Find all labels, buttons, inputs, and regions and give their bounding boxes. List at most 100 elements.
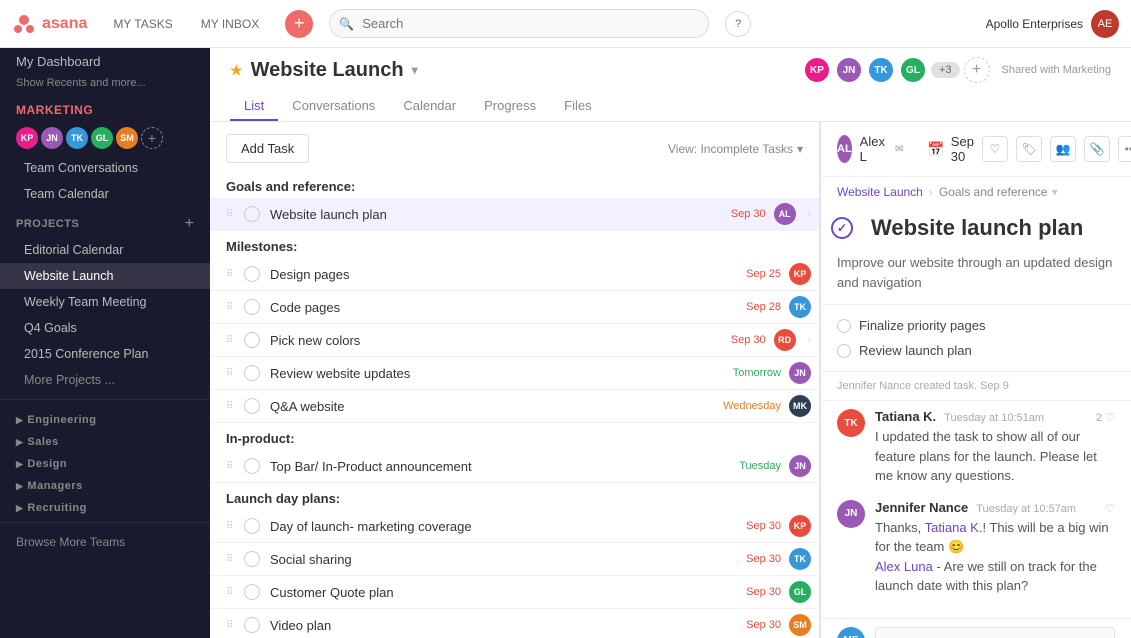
add-project-button[interactable]: +: [185, 215, 194, 233]
task-row[interactable]: ⠿ Review website updates Tomorrow JN: [210, 357, 819, 390]
my-inbox-link[interactable]: MY INBOX: [191, 13, 269, 35]
detail-title-checkbox[interactable]: ✓: [831, 217, 853, 239]
expand-arrow-icon[interactable]: ›: [808, 209, 811, 220]
attach-action-button[interactable]: 📎: [1084, 136, 1110, 162]
sidebar-browse-teams[interactable]: Browse More Teams: [0, 529, 210, 555]
task-meta: Tomorrow JN: [733, 362, 811, 384]
comment-likes-2[interactable]: ♡: [1105, 502, 1115, 515]
sidebar-project-website[interactable]: Website Launch: [0, 263, 210, 289]
detail-description: Improve our website through an updated d…: [821, 245, 1131, 305]
drag-handle: ⠿: [226, 368, 238, 379]
task-row[interactable]: ⠿ Pick new colors Sep 30 RD ›: [210, 324, 819, 357]
task-checkbox[interactable]: [244, 584, 260, 600]
add-member-button[interactable]: +: [141, 127, 163, 149]
task-row[interactable]: ⠿ Sep 30 AL ›: [210, 198, 819, 231]
user-avatar[interactable]: AE: [1091, 10, 1119, 38]
task-checkbox[interactable]: [244, 206, 260, 222]
task-name-input[interactable]: [270, 207, 731, 222]
task-checkbox[interactable]: [244, 398, 260, 414]
task-checkbox[interactable]: [244, 365, 260, 381]
task-row[interactable]: ⠿ Social sharing Sep 30 TK: [210, 543, 819, 576]
asana-logo: asana: [12, 12, 87, 36]
tag-action-button[interactable]: 🏷: [1016, 136, 1042, 162]
task-checkbox[interactable]: [244, 617, 260, 633]
task-date: Sep 30: [731, 208, 766, 220]
detail-panel: AL Alex L ✉ 📅 Sep 30 ♡ 🏷 👥 📎 ••• ✕: [820, 122, 1131, 638]
sidebar-show-recents[interactable]: Show Recents and more...: [0, 75, 210, 95]
heart-action-button[interactable]: ♡: [982, 136, 1008, 162]
sidebar-project-q4[interactable]: Q4 Goals: [0, 315, 210, 341]
help-button[interactable]: ?: [725, 11, 751, 37]
sidebar-team-conversations[interactable]: Team Conversations: [0, 155, 210, 181]
sidebar-section-marketing: Marketing: [0, 95, 210, 121]
drag-handle: ⠿: [226, 335, 238, 346]
project-title-text: Website Launch: [251, 59, 404, 82]
project-member-2: JN: [835, 56, 863, 84]
add-button[interactable]: +: [285, 10, 313, 38]
comment-time-1: Tuesday at 10:51am: [944, 412, 1044, 424]
task-checkbox[interactable]: [244, 332, 260, 348]
followers-action-button[interactable]: 👥: [1050, 136, 1076, 162]
task-avatar: SM: [789, 614, 811, 636]
sidebar-group-engineering[interactable]: ▶Engineering: [0, 406, 210, 428]
task-checkbox[interactable]: [244, 458, 260, 474]
task-checkbox[interactable]: [244, 266, 260, 282]
task-row[interactable]: ⠿ Day of launch- marketing coverage Sep …: [210, 510, 819, 543]
tab-files[interactable]: Files: [550, 92, 605, 121]
sidebar-group-managers[interactable]: ▶Managers: [0, 472, 210, 494]
task-row[interactable]: ⠿ Video plan Sep 30 SM: [210, 609, 819, 638]
mention-alex[interactable]: Alex Luna: [875, 559, 933, 574]
subtask-row[interactable]: Finalize priority pages: [837, 313, 1115, 338]
search-input[interactable]: [329, 9, 709, 38]
mention-tatiana[interactable]: Tatiana K.: [925, 520, 983, 535]
sidebar-divider-2: [0, 522, 210, 523]
add-member-project-button[interactable]: +: [964, 57, 990, 83]
calendar-icon[interactable]: 📅: [927, 141, 944, 158]
task-name: Review website updates: [270, 366, 733, 381]
company-name: Apollo Enterprises: [986, 17, 1083, 31]
task-row[interactable]: ⠿ Top Bar/ In-Product announcement Tuesd…: [210, 450, 819, 483]
view-selector[interactable]: View: Incomplete Tasks ▾: [668, 142, 803, 156]
more-members-badge[interactable]: +3: [931, 62, 960, 78]
comment-input[interactable]: [875, 627, 1115, 638]
sidebar-project-editorial[interactable]: Editorial Calendar: [0, 237, 210, 263]
section-milestones: Milestones:: [210, 231, 819, 258]
drag-handle: ⠿: [226, 620, 238, 631]
expand-arrow-icon[interactable]: ›: [808, 335, 811, 346]
sidebar-group-recruiting[interactable]: ▶Recruiting: [0, 494, 210, 516]
task-checkbox[interactable]: [244, 551, 260, 567]
subtask-row[interactable]: Review launch plan: [837, 338, 1115, 363]
sidebar-team-calendar[interactable]: Team Calendar: [0, 181, 210, 207]
subtask-checkbox[interactable]: [837, 319, 851, 333]
more-action-button[interactable]: •••: [1118, 136, 1131, 162]
project-member-4: GL: [899, 56, 927, 84]
star-icon[interactable]: ★: [230, 62, 243, 79]
task-row[interactable]: ⠿ Design pages Sep 25 KP: [210, 258, 819, 291]
breadcrumb-project-link[interactable]: Website Launch: [837, 185, 923, 199]
task-name: Day of launch- marketing coverage: [270, 519, 746, 534]
comment-likes-1[interactable]: 2 ♡: [1096, 411, 1115, 424]
task-avatar: AL: [774, 203, 796, 225]
task-row[interactable]: ⠿ Code pages Sep 28 TK: [210, 291, 819, 324]
tab-conversations[interactable]: Conversations: [278, 92, 389, 121]
title-dropdown-icon[interactable]: ▾: [412, 63, 418, 77]
sidebar-group-sales[interactable]: ▶Sales: [0, 428, 210, 450]
breadcrumb-dropdown-icon[interactable]: ▾: [1052, 185, 1058, 199]
sidebar-project-weekly[interactable]: Weekly Team Meeting: [0, 289, 210, 315]
sidebar-more-projects[interactable]: More Projects ...: [0, 367, 210, 393]
task-checkbox[interactable]: [244, 299, 260, 315]
drag-handle: ⠿: [226, 401, 238, 412]
sidebar-group-design[interactable]: ▶Design: [0, 450, 210, 472]
tab-list[interactable]: List: [230, 92, 278, 121]
sidebar-item-dashboard[interactable]: My Dashboard: [0, 48, 210, 75]
breadcrumb-separator: ›: [929, 185, 933, 199]
subtask-checkbox[interactable]: [837, 344, 851, 358]
task-row[interactable]: ⠿ Q&A website Wednesday MK: [210, 390, 819, 423]
add-task-button[interactable]: Add Task: [226, 134, 309, 163]
tab-progress[interactable]: Progress: [470, 92, 550, 121]
tab-calendar[interactable]: Calendar: [389, 92, 470, 121]
task-row[interactable]: ⠿ Customer Quote plan Sep 30 GL: [210, 576, 819, 609]
my-tasks-link[interactable]: MY TASKS: [103, 13, 182, 35]
task-checkbox[interactable]: [244, 518, 260, 534]
sidebar-project-conference[interactable]: 2015 Conference Plan: [0, 341, 210, 367]
